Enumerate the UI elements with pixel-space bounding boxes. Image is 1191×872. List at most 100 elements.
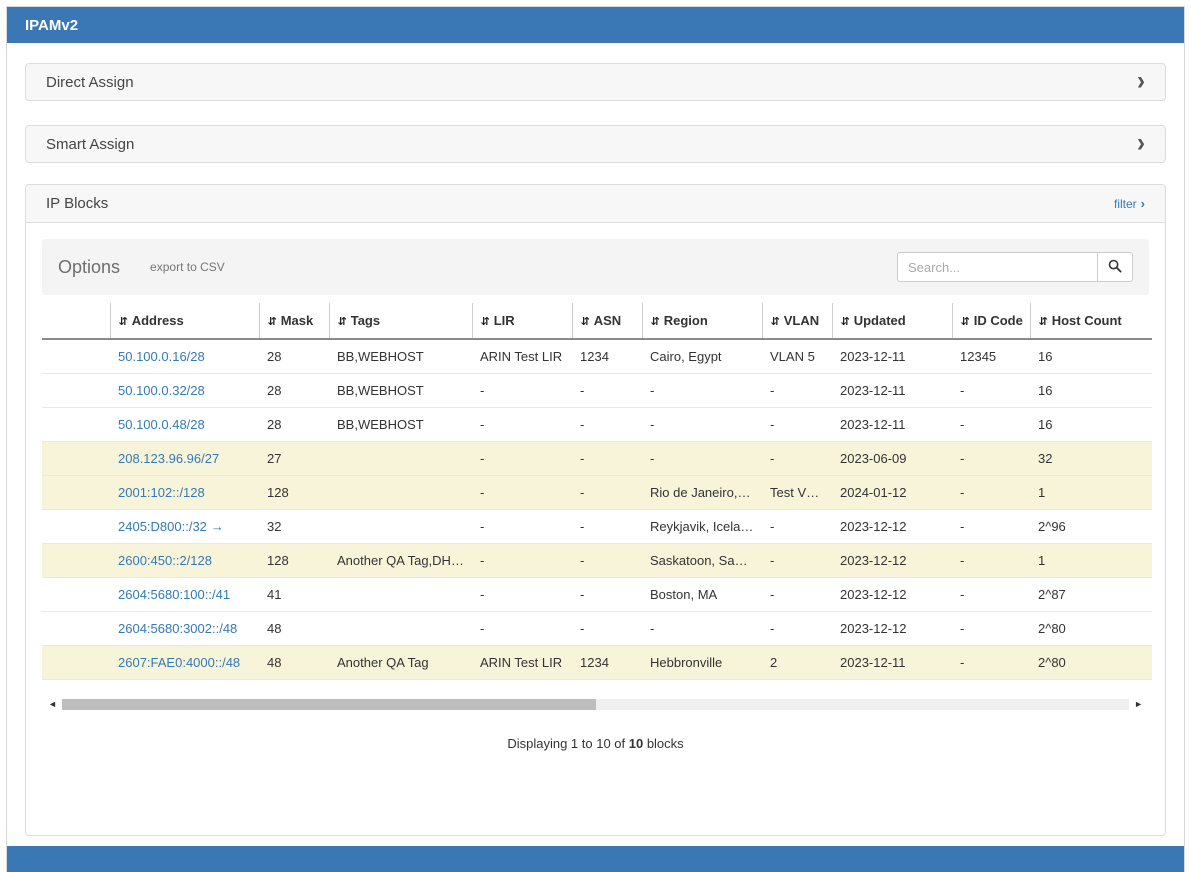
column-header-vlan[interactable]: ⇵VLAN [762, 303, 832, 339]
cell-asn: - [572, 510, 642, 544]
column-label: Host Count [1052, 313, 1122, 328]
column-label: Updated [854, 313, 906, 328]
cell-region: Reykjavik, Iceland [642, 510, 762, 544]
cell-asn: - [572, 612, 642, 646]
table-row: 2604:5680:100::/4141--Boston, MA-2023-12… [42, 578, 1152, 612]
column-header-id_code[interactable]: ⇵ID Code [952, 303, 1030, 339]
address-link[interactable]: 2001:102::/128 [118, 485, 205, 500]
search-group [897, 252, 1133, 282]
cell-lir: - [472, 442, 572, 476]
cell-mask: 28 [259, 374, 329, 408]
column-header-lir[interactable]: ⇵LIR [472, 303, 572, 339]
table-row: 2604:5680:3002::/4848----2023-12-12-2^80 [42, 612, 1152, 646]
gutter-cell [42, 374, 110, 408]
gutter-cell [42, 544, 110, 578]
table-row: 2001:102::/128128--Rio de Janeiro, …Test… [42, 476, 1152, 510]
chevron-right-icon: › [1137, 133, 1145, 155]
cell-id_code: - [952, 408, 1030, 442]
cell-id_code: - [952, 646, 1030, 680]
address-link[interactable]: 2604:5680:3002::/48 [118, 621, 237, 636]
table-row: 2600:450::2/128128Another QA Tag,DH…--Sa… [42, 544, 1152, 578]
options-title: Options [58, 257, 120, 278]
cell-updated: 2023-12-11 [832, 339, 952, 374]
cell-tags: BB,WEBHOST [329, 408, 472, 442]
column-label: ID Code [974, 313, 1023, 328]
cell-tags [329, 510, 472, 544]
column-header-asn[interactable]: ⇵ ASN [572, 303, 642, 339]
address-link[interactable]: 50.100.0.16/28 [118, 349, 205, 364]
cell-updated: 2023-12-12 [832, 578, 952, 612]
cell-id_code: - [952, 544, 1030, 578]
cell-id_code: - [952, 510, 1030, 544]
cell-asn: 1234 [572, 646, 642, 680]
cell-vlan: 2 [762, 646, 832, 680]
cell-updated: 2023-12-12 [832, 612, 952, 646]
gutter-cell [42, 408, 110, 442]
column-header-address[interactable]: ⇵Address [110, 303, 259, 339]
column-header-tags[interactable]: ⇵Tags [329, 303, 472, 339]
gutter-cell [42, 442, 110, 476]
cell-region: Saskatoon, Sask… [642, 544, 762, 578]
smart-assign-panel[interactable]: Smart Assign › [25, 125, 1166, 163]
cell-lir: - [472, 578, 572, 612]
scroll-left-icon[interactable]: ◄ [48, 698, 57, 710]
sort-icon: ⇵ [771, 316, 780, 328]
cell-region: - [642, 374, 762, 408]
cell-asn: - [572, 442, 642, 476]
cell-mask: 28 [259, 339, 329, 374]
column-header-mask[interactable]: ⇵Mask [259, 303, 329, 339]
address-link[interactable]: 208.123.96.96/27 [118, 451, 219, 466]
table-header-row: ⇵Address⇵Mask⇵Tags⇵LIR⇵ASN⇵Region⇵VLAN⇵U… [42, 303, 1152, 339]
sort-icon: ⇵ [841, 316, 850, 328]
cell-host_count: 2^80 [1030, 646, 1152, 680]
address-link[interactable]: 2604:5680:100::/41 [118, 587, 230, 602]
sort-icon: ⇵ [1039, 316, 1048, 328]
cell-address: 2405:D800::/32→ [110, 510, 259, 544]
chevron-right-icon: › [1141, 196, 1145, 211]
address-link[interactable]: 2405:D800::/32 [118, 519, 207, 534]
cell-id_code: - [952, 442, 1030, 476]
scrollbar-thumb[interactable] [62, 699, 596, 710]
filter-link[interactable]: filter › [1114, 196, 1145, 211]
cell-vlan: - [762, 408, 832, 442]
cell-asn: - [572, 374, 642, 408]
footer-bar [7, 846, 1184, 872]
sort-icon: ⇵ [581, 316, 590, 328]
export-csv-link[interactable]: export to CSV [150, 260, 225, 274]
cell-host_count: 32 [1030, 442, 1152, 476]
scrollbar-track[interactable] [62, 699, 1129, 710]
cell-region: - [642, 442, 762, 476]
address-link[interactable]: 50.100.0.48/28 [118, 417, 205, 432]
cell-vlan: Test VL… [762, 476, 832, 510]
scroll-right-icon[interactable]: ► [1134, 698, 1143, 710]
column-header-region[interactable]: ⇵Region [642, 303, 762, 339]
column-header-updated[interactable]: ⇵ Updated [832, 303, 952, 339]
ip-blocks-title: IP Blocks [46, 195, 108, 212]
cell-vlan: - [762, 442, 832, 476]
cell-asn: - [572, 408, 642, 442]
cell-address: 50.100.0.16/28 [110, 339, 259, 374]
cell-lir: - [472, 408, 572, 442]
cell-vlan: - [762, 578, 832, 612]
address-link[interactable]: 2607:FAE0:4000::/48 [118, 655, 240, 670]
app-window: IPAMv2 Direct Assign › Smart Assign › IP… [6, 6, 1185, 872]
pagination-status: Displaying 1 to 10 of 10 blocks [42, 736, 1149, 751]
cell-mask: 128 [259, 476, 329, 510]
cell-updated: 2023-12-12 [832, 544, 952, 578]
search-button[interactable] [1097, 252, 1133, 282]
cell-region: - [642, 612, 762, 646]
cell-tags [329, 578, 472, 612]
search-icon [1108, 259, 1122, 276]
address-link[interactable]: 2600:450::2/128 [118, 553, 212, 568]
horizontal-scrollbar[interactable]: ◄ ► [48, 698, 1143, 710]
column-header-host_count[interactable]: ⇵ Host Count [1030, 303, 1152, 339]
sort-icon: ⇵ [119, 316, 128, 328]
address-link[interactable]: 50.100.0.32/28 [118, 383, 205, 398]
cell-asn: 1234 [572, 339, 642, 374]
cell-lir: ARIN Test LIR [472, 646, 572, 680]
column-label: ASN [594, 313, 621, 328]
search-input[interactable] [897, 252, 1097, 282]
cell-address: 50.100.0.32/28 [110, 374, 259, 408]
table-row: 50.100.0.32/2828BB,WEBHOST----2023-12-11… [42, 374, 1152, 408]
direct-assign-panel[interactable]: Direct Assign › [25, 63, 1166, 101]
